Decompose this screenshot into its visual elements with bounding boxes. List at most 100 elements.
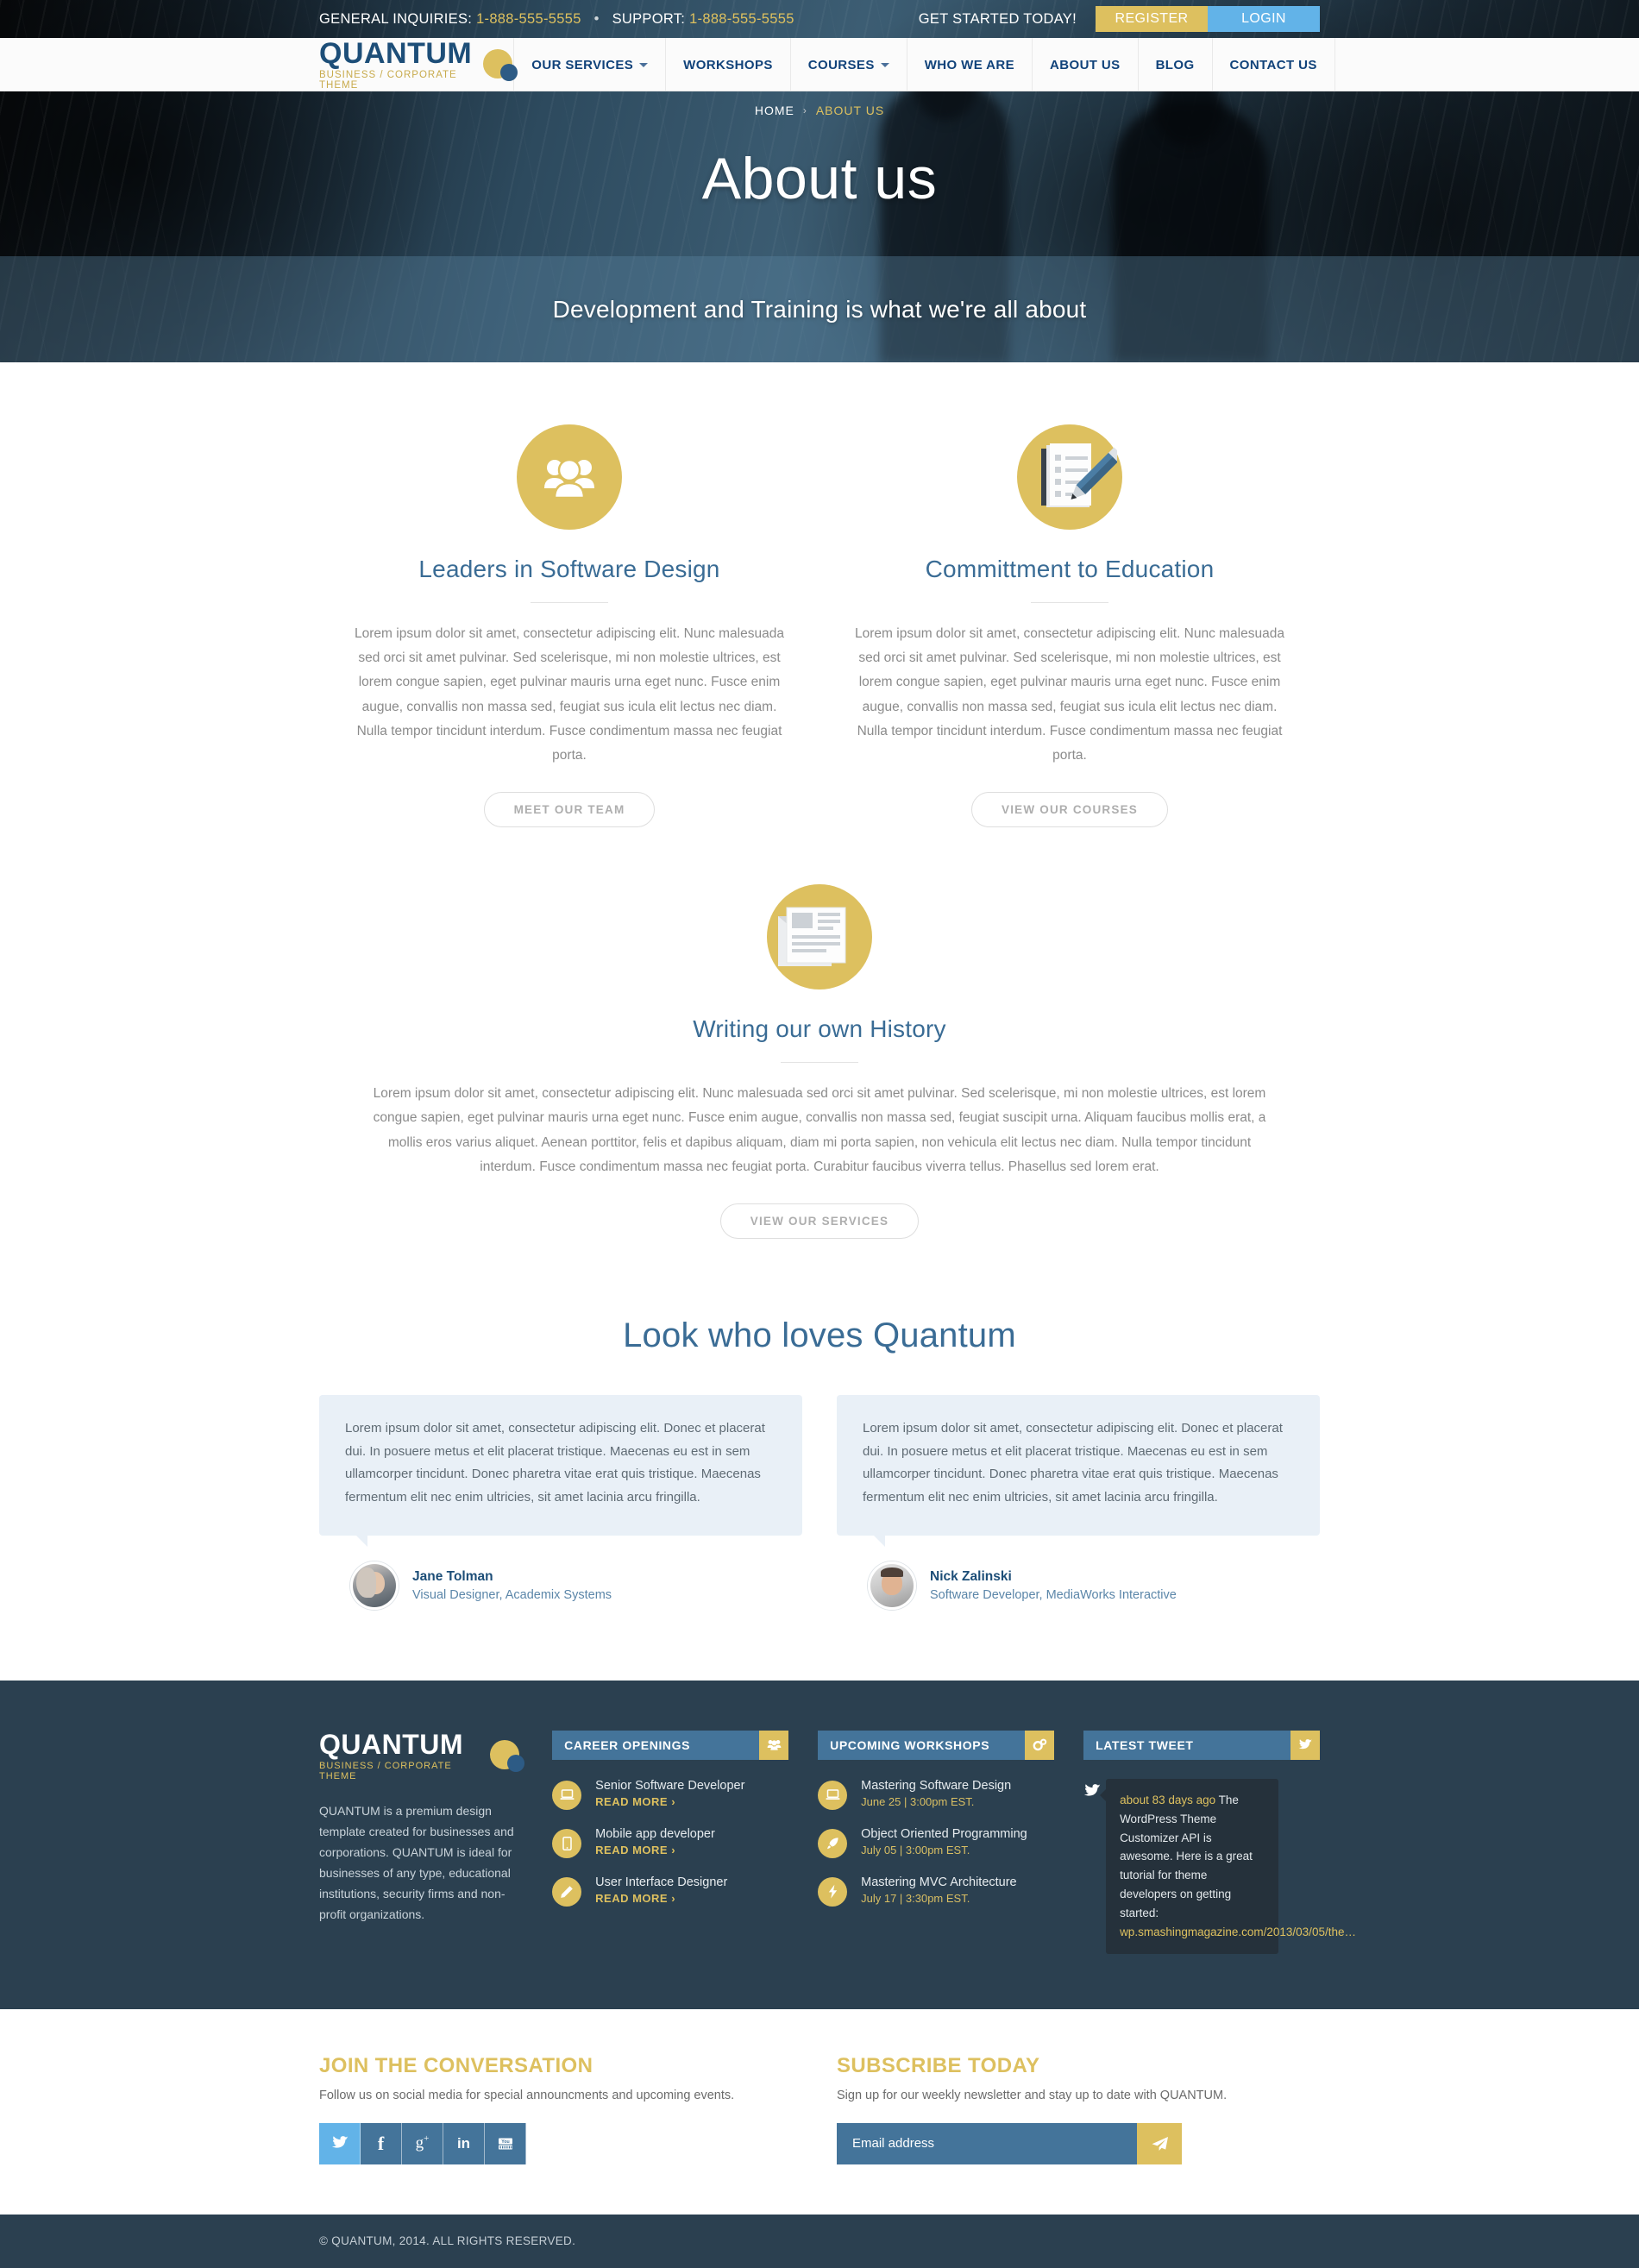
- career-item[interactable]: User Interface Designer READ MORE ›: [552, 1875, 788, 1907]
- linkedin-icon[interactable]: in: [443, 2122, 485, 2164]
- career-title: User Interface Designer: [595, 1875, 728, 1889]
- testimonial-author: Nick Zalinski Software Developer, MediaW…: [837, 1561, 1320, 1610]
- newspaper-icon: [767, 884, 872, 990]
- nav-item-blog[interactable]: BLOG: [1137, 38, 1212, 91]
- feature-card-leaders: Leaders in Software Design Lorem ipsum d…: [319, 424, 820, 828]
- footer: QUANTUM BUSINESS / CORPORATE THEME QUANT…: [0, 1680, 1639, 2009]
- feature-divider: [1031, 602, 1108, 603]
- email-input[interactable]: [837, 2122, 1137, 2164]
- read-more-link[interactable]: READ MORE ›: [595, 1795, 744, 1808]
- breadcrumb-current: ABOUT US: [815, 104, 885, 117]
- testimonial-quote: Lorem ipsum dolor sit amet, consectetur …: [837, 1395, 1320, 1547]
- youtube-icon[interactable]: You: [485, 2122, 526, 2164]
- nav-label: WORKSHOPS: [683, 57, 773, 72]
- footer-logo: QUANTUM BUSINESS / CORPORATE THEME: [319, 1731, 525, 1781]
- facebook-icon[interactable]: f: [361, 2122, 402, 2164]
- testimonial-item: Lorem ipsum dolor sit amet, consectetur …: [837, 1395, 1320, 1610]
- testimonials-list: Lorem ipsum dolor sit amet, consectetur …: [319, 1395, 1320, 1610]
- people-group-icon: [759, 1730, 789, 1760]
- read-more-link[interactable]: READ MORE ›: [595, 1844, 715, 1856]
- bolt-icon: [818, 1876, 848, 1907]
- avatar: [868, 1561, 916, 1610]
- copyright-bar: © QUANTUM, 2014. ALL RIGHTS RESERVED.: [0, 2214, 1639, 2268]
- breadcrumb: HOME › ABOUT US: [0, 91, 1639, 129]
- tweet-link[interactable]: wp.smashingmagazine.com/2013/03/05/the…: [1120, 1926, 1356, 1938]
- footer-workshops-widget: UPCOMING WORKSHOPS Mastering Software De…: [818, 1730, 1055, 1954]
- workshop-title: Mastering MVC Architecture: [861, 1875, 1017, 1889]
- logo-mark-icon: [483, 47, 518, 82]
- widget-header: UPCOMING WORKSHOPS: [818, 1730, 1055, 1760]
- workshop-item[interactable]: Mastering MVC Architecture July 17 | 3:3…: [818, 1875, 1054, 1907]
- read-more-link[interactable]: READ MORE ›: [595, 1892, 727, 1905]
- rocket-icon: [818, 1828, 848, 1858]
- workshop-item[interactable]: Mastering Software Design June 25 | 3:00…: [818, 1779, 1054, 1810]
- support-label: SUPPORT:: [612, 10, 686, 27]
- hero-subtitle: Development and Training is what we're a…: [552, 295, 1087, 323]
- register-button[interactable]: REGISTER: [1096, 6, 1208, 32]
- workshops-list: Mastering Software Design June 25 | 3:00…: [818, 1779, 1054, 1907]
- general-inquiries-number[interactable]: 1-888-555-5555: [476, 11, 581, 27]
- features-section: Leaders in Software Design Lorem ipsum d…: [319, 362, 1320, 1240]
- page-title: About us: [701, 146, 938, 211]
- feature-card-education: Committment to Education Lorem ipsum dol…: [820, 424, 1320, 828]
- testimonial-quote: Lorem ipsum dolor sit amet, consectetur …: [319, 1395, 802, 1547]
- view-our-services-button[interactable]: VIEW OUR SERVICES: [719, 1203, 920, 1240]
- general-inquiries-label: GENERAL INQUIRIES:: [319, 10, 473, 27]
- paper-plane-icon[interactable]: [1137, 2122, 1182, 2164]
- mobile-icon: [552, 1828, 582, 1858]
- newsletter-subtext: Sign up for our weekly newsletter and st…: [837, 2088, 1228, 2102]
- hero-banner: GENERAL INQUIRIES: 1-888-555-5555 • SUPP…: [0, 0, 1639, 362]
- site-logo[interactable]: QUANTUM BUSINESS / CORPORATE THEME: [319, 39, 518, 91]
- footer-about-text: QUANTUM is a premium design template cre…: [319, 1803, 514, 1922]
- testimonial-name: Jane Tolman: [412, 1568, 493, 1584]
- meet-our-team-button[interactable]: MEET OUR TEAM: [483, 792, 656, 828]
- widget-header: LATEST TWEET: [1083, 1730, 1321, 1760]
- workshop-item[interactable]: Object Oriented Programming July 05 | 3:…: [818, 1827, 1054, 1858]
- feature-card-history: Writing our own History Lorem ipsum dolo…: [319, 884, 1320, 1240]
- nav-item-courses[interactable]: COURSES: [789, 38, 907, 91]
- nav-item-contact-us[interactable]: CONTACT US: [1211, 38, 1335, 91]
- social-links: f g+ in You: [319, 2122, 802, 2164]
- people-group-icon: [517, 424, 622, 530]
- career-item[interactable]: Senior Software Developer READ MORE ›: [552, 1779, 788, 1810]
- nav-item-who-we-are[interactable]: WHO WE ARE: [906, 38, 1032, 91]
- testimonial-author: Jane Tolman Visual Designer, Academix Sy…: [319, 1561, 802, 1610]
- careers-list: Senior Software Developer READ MORE › Mo…: [552, 1779, 788, 1907]
- nav-label: OUR SERVICES: [531, 57, 634, 72]
- career-title: Mobile app developer: [595, 1826, 715, 1841]
- contact-info: GENERAL INQUIRIES: 1-888-555-5555 • SUPP…: [319, 11, 794, 28]
- workshop-title: Object Oriented Programming: [861, 1826, 1027, 1841]
- testimonial-item: Lorem ipsum dolor sit amet, consectetur …: [319, 1395, 802, 1610]
- support-number[interactable]: 1-888-555-5555: [689, 11, 794, 27]
- nav-label: BLOG: [1155, 57, 1195, 72]
- career-item[interactable]: Mobile app developer READ MORE ›: [552, 1827, 788, 1858]
- twitter-icon[interactable]: [319, 2122, 361, 2164]
- view-our-courses-button[interactable]: VIEW OUR COURSES: [971, 792, 1168, 828]
- feature-body: Lorem ipsum dolor sit amet, consectetur …: [855, 626, 1284, 763]
- nav-label: WHO WE ARE: [924, 57, 1015, 72]
- tweet-time: about 83 days ago: [1120, 1793, 1216, 1806]
- feature-body: Lorem ipsum dolor sit amet, consectetur …: [355, 626, 784, 763]
- widget-title: LATEST TWEET: [1083, 1730, 1291, 1760]
- social-subtext: Follow us on social media for special an…: [319, 2088, 735, 2102]
- breadcrumb-home-link[interactable]: HOME: [755, 104, 794, 117]
- social-heading: JOIN THE CONVERSATION: [319, 2053, 593, 2077]
- widget-header: CAREER OPENINGS: [552, 1730, 789, 1760]
- nav-item-about-us[interactable]: ABOUT US: [1032, 38, 1138, 91]
- nav-item-our-services[interactable]: OUR SERVICES: [513, 38, 665, 91]
- newsletter-heading: SUBSCRIBE TODAY: [837, 2053, 1040, 2077]
- login-button[interactable]: LOGIN: [1208, 6, 1320, 32]
- feature-body: Lorem ipsum dolor sit amet, consectetur …: [373, 1086, 1266, 1174]
- nav-label: ABOUT US: [1050, 57, 1121, 72]
- subscribe-strip: JOIN THE CONVERSATION Follow us on socia…: [0, 2008, 1639, 2215]
- workshop-meta: July 17 | 3:30pm EST.: [861, 1891, 970, 1905]
- newsletter-column: SUBSCRIBE TODAY Sign up for our weekly n…: [837, 2054, 1320, 2164]
- widget-title: CAREER OPENINGS: [552, 1730, 760, 1760]
- feature-divider: [781, 1062, 858, 1064]
- google-plus-icon[interactable]: g+: [402, 2122, 443, 2164]
- logo-tagline: BUSINESS / CORPORATE THEME: [319, 70, 457, 91]
- widget-title: UPCOMING WORKSHOPS: [818, 1730, 1026, 1760]
- nav-item-workshops[interactable]: WORKSHOPS: [665, 38, 790, 91]
- breadcrumb-arrow-icon: ›: [802, 104, 807, 116]
- testimonial-role: Visual Designer, Academix Systems: [412, 1587, 612, 1602]
